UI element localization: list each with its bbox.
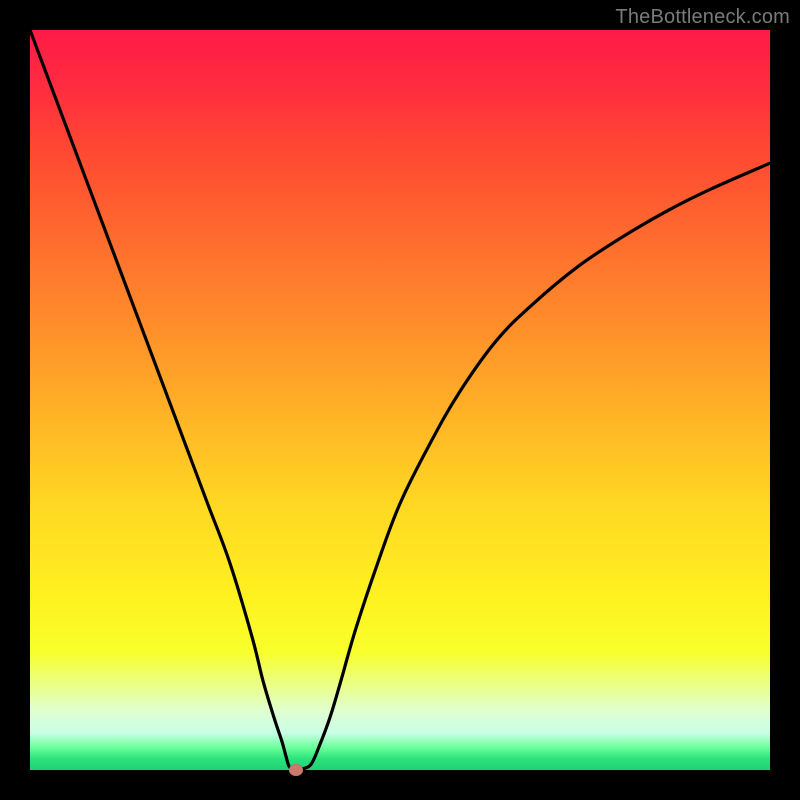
optimal-point-marker	[289, 764, 303, 776]
watermark-text: TheBottleneck.com	[615, 6, 790, 29]
plot-area	[30, 30, 770, 770]
bottleneck-curve	[30, 30, 770, 770]
chart-frame: TheBottleneck.com	[0, 0, 800, 800]
